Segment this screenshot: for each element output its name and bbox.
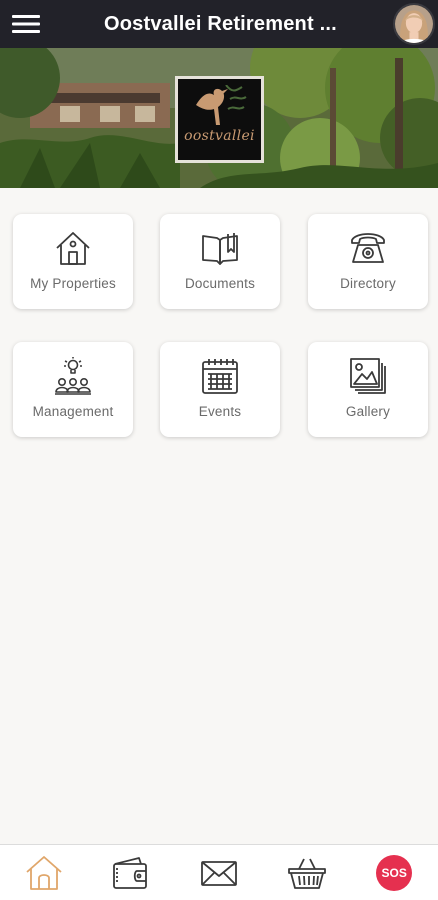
home-icon [26, 855, 62, 890]
tile-label: Events [198, 404, 242, 419]
tile-my-properties[interactable]: My Properties [13, 214, 133, 309]
tile-management[interactable]: Management [13, 342, 133, 437]
app-header: Oostvallei Retirement ... [0, 0, 438, 48]
tile-label: Management [32, 404, 114, 419]
telephone-icon [348, 228, 388, 268]
tile-label: My Properties [30, 276, 116, 291]
tile-events[interactable]: Events [160, 342, 280, 437]
tile-gallery[interactable]: Gallery [308, 342, 428, 437]
page-title: Oostvallei Retirement ... [104, 12, 337, 35]
basket-icon [287, 858, 326, 889]
bottom-nav: SOS [0, 844, 438, 900]
user-avatar-image [395, 5, 433, 43]
team-lightbulb-icon [53, 356, 93, 396]
wallet-icon [113, 856, 148, 889]
nav-wallet[interactable] [106, 848, 156, 898]
tile-label: Gallery [345, 404, 391, 419]
nav-sos[interactable]: SOS [369, 848, 419, 898]
hamburger-menu-icon [12, 15, 40, 33]
logo-wordmark: oostvallei [184, 128, 255, 144]
oostvallei-logo: oostvallei [175, 76, 264, 163]
sos-icon: SOS [376, 854, 413, 891]
tile-label: Documents [184, 276, 256, 291]
house-icon [53, 228, 93, 268]
bird-logo-icon [196, 85, 247, 125]
menu-button[interactable] [0, 0, 52, 48]
open-book-icon [200, 228, 240, 268]
calendar-icon [200, 356, 240, 396]
mail-icon [201, 860, 237, 886]
nav-home[interactable] [19, 848, 69, 898]
avatar[interactable] [393, 3, 435, 45]
tile-documents[interactable]: Documents [160, 214, 280, 309]
nav-mail[interactable] [194, 848, 244, 898]
photo-gallery-icon [348, 356, 388, 396]
tile-directory[interactable]: Directory [308, 214, 428, 309]
hero-banner: oostvallei [0, 48, 438, 188]
tile-label: Directory [340, 276, 396, 291]
nav-basket[interactable] [282, 848, 332, 898]
